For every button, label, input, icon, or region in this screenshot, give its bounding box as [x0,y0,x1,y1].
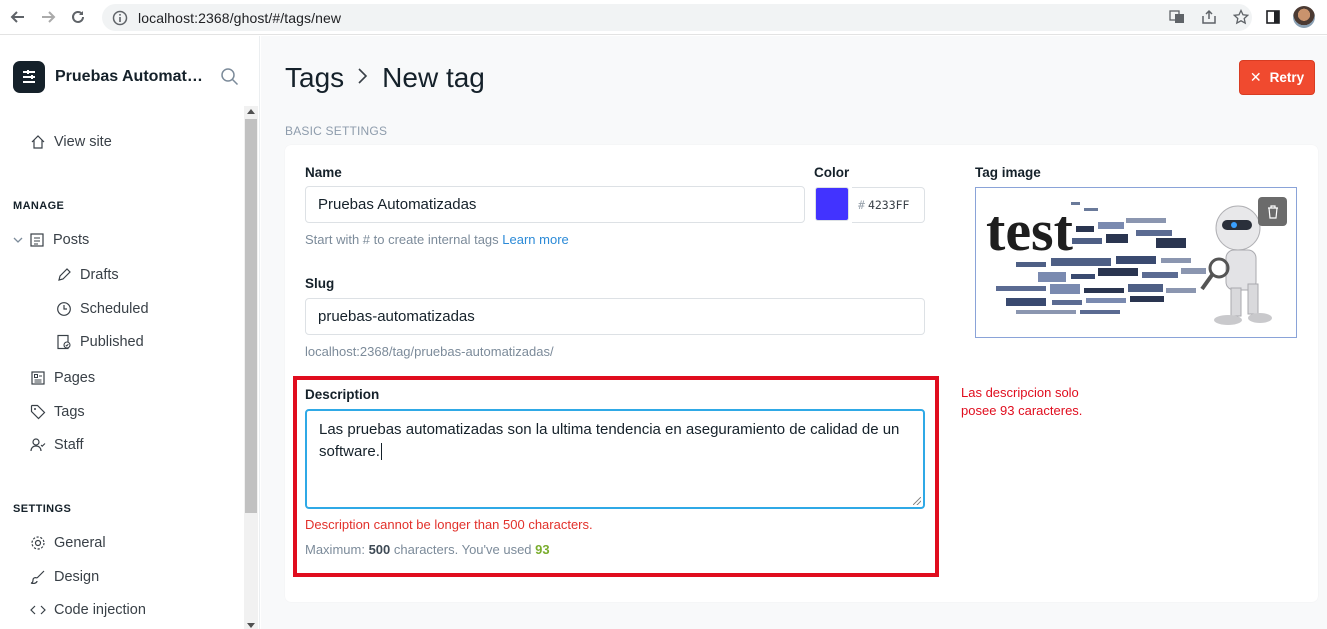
nav-tags[interactable]: Tags [30,404,85,420]
annotation-note: Las descripcion solo posee 93 caracteres… [961,385,1083,418]
pages-icon [31,371,45,385]
scroll-up-icon[interactable] [247,109,255,114]
nav-drafts-label: Drafts [80,267,119,283]
browser-toolbar: localhost:2368/ghost/#/tags/new [0,0,1327,35]
published-icon [57,334,71,350]
settings-section-title: SETTINGS [13,503,72,515]
color-hex-value: 4233FF [867,198,910,212]
manage-section-title: MANAGE [13,200,65,212]
nav-tags-label: Tags [54,404,85,420]
name-input[interactable]: Pruebas Automatizadas [305,186,805,223]
nav-design-label: Design [54,569,100,585]
retry-button[interactable]: ✕ Retry [1239,60,1315,95]
translate-icon[interactable] [1165,6,1189,28]
word-cloud-title: test [986,198,1074,263]
nav-posts[interactable]: Posts [13,232,89,248]
nav-scheduled-label: Scheduled [80,301,149,317]
nav-pages[interactable]: Pages [30,370,95,386]
name-hint-text: Start with # to create internal tags [305,232,499,247]
color-label: Color [814,165,850,180]
slug-url-preview: localhost:2368/tag/pruebas-automatizadas… [305,344,554,359]
name-input-value: Pruebas Automatizadas [318,196,477,213]
bookmark-star-icon[interactable] [1229,6,1253,28]
site-logo-icon [13,61,45,93]
hash-symbol: # [858,198,865,212]
address-bar[interactable]: localhost:2368/ghost/#/tags/new [102,4,1252,31]
share-icon[interactable] [1197,6,1221,28]
forward-icon[interactable] [36,5,60,29]
nav-view-site-label: View site [54,134,112,150]
sidebar: Pruebas Automatizadas View site MANAGE P… [0,36,260,629]
nav-general-label: General [54,535,106,551]
test-word-cloud-image: test [986,198,1272,325]
basic-settings-label: BASIC SETTINGS [285,124,388,138]
name-hint: Start with # to create internal tags Lea… [305,232,569,247]
nav-general[interactable]: General [30,535,106,551]
url-text: localhost:2368/ghost/#/tags/new [138,9,342,26]
delete-image-button[interactable] [1258,197,1287,226]
color-swatch[interactable] [815,187,849,221]
annotation-highlight-box [293,376,939,577]
tag-icon [30,404,46,420]
trash-icon [1267,204,1278,219]
clock-icon [57,302,71,316]
learn-more-link[interactable]: Learn more [502,232,568,247]
posts-icon [30,233,44,247]
page-title: New tag [382,62,485,93]
nav-code-injection-label: Code injection [54,602,146,618]
nav-scheduled[interactable]: Scheduled [56,301,149,317]
brush-icon [30,570,45,584]
reload-icon[interactable] [66,5,90,29]
nav-staff-label: Staff [54,437,84,453]
tag-image-label: Tag image [975,165,1041,180]
chevron-down-icon[interactable] [13,235,23,245]
nav-view-site[interactable]: View site [30,134,112,150]
gear-icon [31,536,45,550]
home-icon [31,135,45,149]
nav-code-injection[interactable]: Code injection [30,602,146,618]
nav-posts-label: Posts [53,232,90,248]
code-icon [30,605,46,615]
nav-staff[interactable]: Staff [30,437,84,453]
breadcrumb: Tags New tag [285,62,485,94]
scroll-down-icon[interactable] [247,623,255,628]
sidebar-scrollbar-thumb[interactable] [245,119,257,513]
nav-pages-label: Pages [54,370,96,386]
nav-drafts[interactable]: Drafts [56,267,119,283]
brand[interactable]: Pruebas Automatizadas [13,61,205,93]
pencil-icon [58,268,71,281]
site-name: Pruebas Automatizadas [55,68,205,85]
nav-published[interactable]: Published [56,334,144,350]
slug-input-value: pruebas-automatizadas [318,308,475,325]
tag-image-preview[interactable]: test [975,187,1297,338]
back-icon[interactable] [6,5,30,29]
name-label: Name [305,165,342,180]
search-icon[interactable] [220,67,240,87]
nav-published-label: Published [80,334,144,350]
profile-avatar[interactable] [1293,6,1315,28]
info-icon[interactable] [112,10,128,26]
nav-design[interactable]: Design [30,569,99,585]
slug-label: Slug [305,276,335,291]
breadcrumb-tags-link[interactable]: Tags [285,62,344,94]
retry-label: Retry [1269,70,1305,85]
chevron-right-icon [356,64,370,92]
side-panel-icon[interactable] [1261,6,1285,28]
slug-input[interactable]: pruebas-automatizadas [305,298,925,335]
color-hex-input[interactable]: # 4233FF [852,187,925,223]
close-icon: ✕ [1249,69,1262,85]
staff-icon [30,438,46,452]
